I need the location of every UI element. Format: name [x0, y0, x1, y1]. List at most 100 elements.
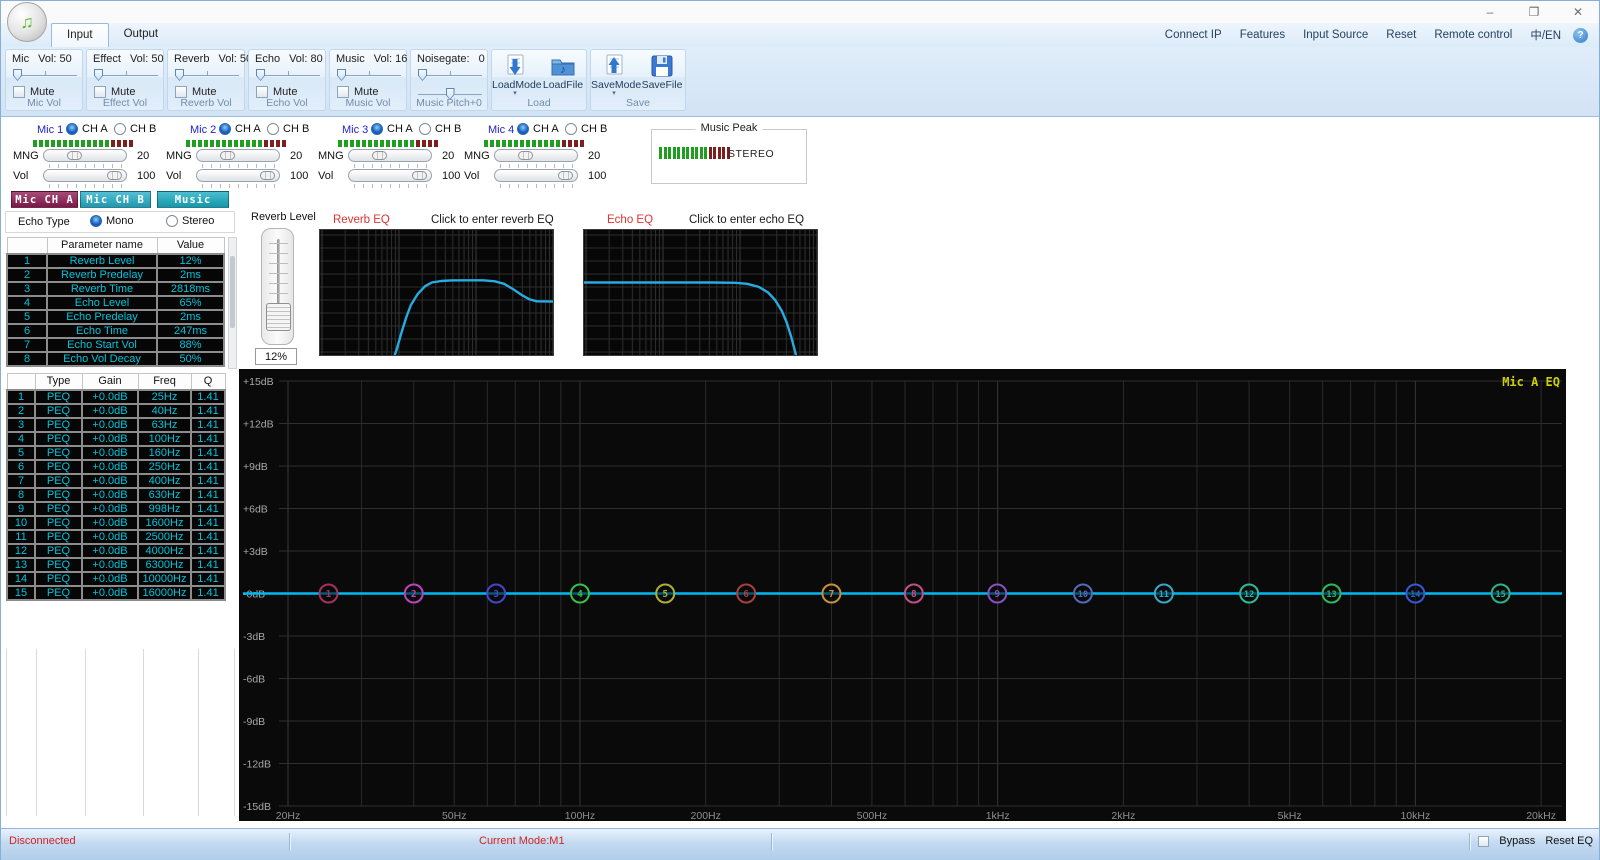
- eq-band-row[interactable]: 5PEQ+0.0dB160Hz1.41: [7, 446, 225, 460]
- ch-a-radio[interactable]: CH A: [517, 123, 559, 135]
- radio-icon[interactable]: [219, 123, 231, 135]
- savefile-button[interactable]: SaveFile: [639, 53, 685, 97]
- reset-eq-button[interactable]: Reset EQ: [1545, 835, 1593, 847]
- menu-item-connect-ip[interactable]: Connect IP: [1165, 29, 1222, 41]
- eq-band-row[interactable]: 2PEQ+0.0dB40Hz1.41: [7, 404, 225, 418]
- ch-a-radio[interactable]: CH A: [66, 123, 108, 135]
- eq-band-row[interactable]: 14PEQ+0.0dB10000Hz1.41: [7, 572, 225, 586]
- mng-slider[interactable]: [43, 149, 127, 162]
- radio-icon[interactable]: [517, 123, 529, 135]
- ch-b-radio[interactable]: CH B: [114, 123, 156, 135]
- minimize-button[interactable]: –: [1479, 5, 1501, 19]
- app-logo-icon[interactable]: ♫: [7, 2, 47, 42]
- parameter-row[interactable]: 2Reverb Predelay2ms: [7, 268, 224, 282]
- menu-item-features[interactable]: Features: [1240, 29, 1285, 41]
- maximize-button[interactable]: ❐: [1523, 5, 1545, 19]
- reverb-level-slider[interactable]: [261, 228, 294, 345]
- menu-item-reset[interactable]: Reset: [1386, 29, 1416, 41]
- echo-type-option-mono[interactable]: Mono: [90, 215, 134, 227]
- vol-slider[interactable]: [196, 169, 280, 182]
- slider-thumb[interactable]: [220, 151, 235, 160]
- help-icon[interactable]: ?: [1573, 28, 1588, 43]
- mng-slider[interactable]: [196, 149, 280, 162]
- slider-thumb[interactable]: [518, 151, 533, 160]
- tab-output[interactable]: Output: [109, 23, 174, 47]
- vol-slider[interactable]: [348, 169, 432, 182]
- slider-thumb[interactable]: [558, 171, 573, 180]
- parameter-row[interactable]: 7Echo Start Vol88%: [7, 338, 224, 352]
- close-button[interactable]: ✕: [1567, 5, 1589, 19]
- radio-icon[interactable]: [114, 123, 126, 135]
- eq-band-row[interactable]: 7PEQ+0.0dB400Hz1.41: [7, 474, 225, 488]
- reverb-eq-thumbnail[interactable]: [319, 229, 554, 356]
- eq-band-row[interactable]: 1PEQ+0.0dB25Hz1.41: [7, 390, 225, 404]
- slider-thumb[interactable]: [412, 171, 427, 180]
- mng-slider[interactable]: [348, 149, 432, 162]
- menu-item-remote-control[interactable]: Remote control: [1434, 29, 1512, 41]
- radio-icon[interactable]: [90, 215, 102, 227]
- radio-icon[interactable]: [166, 215, 178, 227]
- ch-b-radio[interactable]: CH B: [419, 123, 461, 135]
- menu-item-en[interactable]: 中/EN: [1530, 27, 1561, 43]
- radio-icon[interactable]: [267, 123, 279, 135]
- volume-slider-echo[interactable]: [256, 69, 320, 81]
- channel-tab-mic-ch-a[interactable]: Mic CH A: [11, 191, 78, 208]
- parameter-row[interactable]: 6Echo Time247ms: [7, 324, 224, 338]
- vol-slider[interactable]: [43, 169, 127, 182]
- channel-tab-mic-ch-b[interactable]: Mic CH B: [80, 191, 151, 208]
- channel-tab-music[interactable]: Music: [157, 191, 229, 208]
- parameter-row[interactable]: 5Echo Predelay2ms: [7, 310, 224, 324]
- bypass-label[interactable]: Bypass: [1499, 835, 1535, 847]
- noisegate-slider[interactable]: [418, 69, 482, 81]
- ch-a-radio[interactable]: CH A: [219, 123, 261, 135]
- mng-slider[interactable]: [494, 149, 578, 162]
- vol-slider[interactable]: [494, 169, 578, 182]
- eq-band-row[interactable]: 11PEQ+0.0dB2500Hz1.41: [7, 530, 225, 544]
- eq-band-row[interactable]: 4PEQ+0.0dB100Hz1.41: [7, 432, 225, 446]
- slider-thumb[interactable]: [418, 69, 427, 81]
- eq-band-row[interactable]: 3PEQ+0.0dB63Hz1.41: [7, 418, 225, 432]
- mic-a-eq-graph[interactable]: +15dB+12dB+9dB+6dB+3dB-0dB-3dB-6dB-9dB-1…: [239, 369, 1566, 821]
- parameter-row[interactable]: 1Reverb Level12%: [7, 254, 224, 268]
- slider-thumb[interactable]: [175, 69, 184, 81]
- echo-eq-thumbnail[interactable]: [583, 229, 818, 356]
- parameter-row[interactable]: 8Echo Vol Decay50%: [7, 352, 224, 366]
- eq-band-row[interactable]: 6PEQ+0.0dB250Hz1.41: [7, 460, 225, 474]
- echo-type-option-stereo[interactable]: Stereo: [166, 215, 214, 227]
- volume-slider-effect[interactable]: [94, 69, 158, 81]
- tab-input[interactable]: Input: [51, 23, 109, 47]
- parameter-row[interactable]: 4Echo Level65%: [7, 296, 224, 310]
- slider-thumb[interactable]: [372, 151, 387, 160]
- slider-thumb[interactable]: [67, 151, 82, 160]
- parameter-row[interactable]: 3Reverb Time2818ms: [7, 282, 224, 296]
- slider-thumb[interactable]: [107, 171, 122, 180]
- bypass-checkbox[interactable]: [1478, 836, 1489, 847]
- reverb-level-slider-thumb[interactable]: [266, 303, 291, 331]
- ch-a-radio[interactable]: CH A: [371, 123, 413, 135]
- volume-slider-reverb[interactable]: [175, 69, 239, 81]
- savemode-button[interactable]: SaveMode▾: [591, 53, 637, 97]
- radio-icon[interactable]: [371, 123, 383, 135]
- eq-band-row[interactable]: 12PEQ+0.0dB4000Hz1.41: [7, 544, 225, 558]
- parameter-table-scrollbar[interactable]: [228, 237, 237, 369]
- loadmode-button[interactable]: LoadMode▾: [492, 53, 538, 97]
- volume-slider-mic[interactable]: [13, 69, 77, 81]
- ch-b-radio[interactable]: CH B: [267, 123, 309, 135]
- volume-slider-music[interactable]: [337, 69, 401, 81]
- slider-thumb[interactable]: [94, 69, 103, 81]
- ch-b-radio[interactable]: CH B: [565, 123, 607, 135]
- slider-thumb[interactable]: [256, 69, 265, 81]
- eq-band-row[interactable]: 15PEQ+0.0dB16000Hz1.41: [7, 586, 225, 600]
- radio-icon[interactable]: [565, 123, 577, 135]
- eq-band-row[interactable]: 8PEQ+0.0dB630Hz1.41: [7, 488, 225, 502]
- eq-band-row[interactable]: 9PEQ+0.0dB998Hz1.41: [7, 502, 225, 516]
- slider-thumb[interactable]: [260, 171, 275, 180]
- radio-icon[interactable]: [419, 123, 431, 135]
- menu-item-input-source[interactable]: Input Source: [1303, 29, 1368, 41]
- eq-band-row[interactable]: 10PEQ+0.0dB1600Hz1.41: [7, 516, 225, 530]
- radio-icon[interactable]: [66, 123, 78, 135]
- loadfile-button[interactable]: ♪LoadFile: [540, 53, 586, 97]
- slider-thumb[interactable]: [337, 69, 346, 81]
- slider-thumb[interactable]: [13, 69, 22, 81]
- eq-band-row[interactable]: 13PEQ+0.0dB6300Hz1.41: [7, 558, 225, 572]
